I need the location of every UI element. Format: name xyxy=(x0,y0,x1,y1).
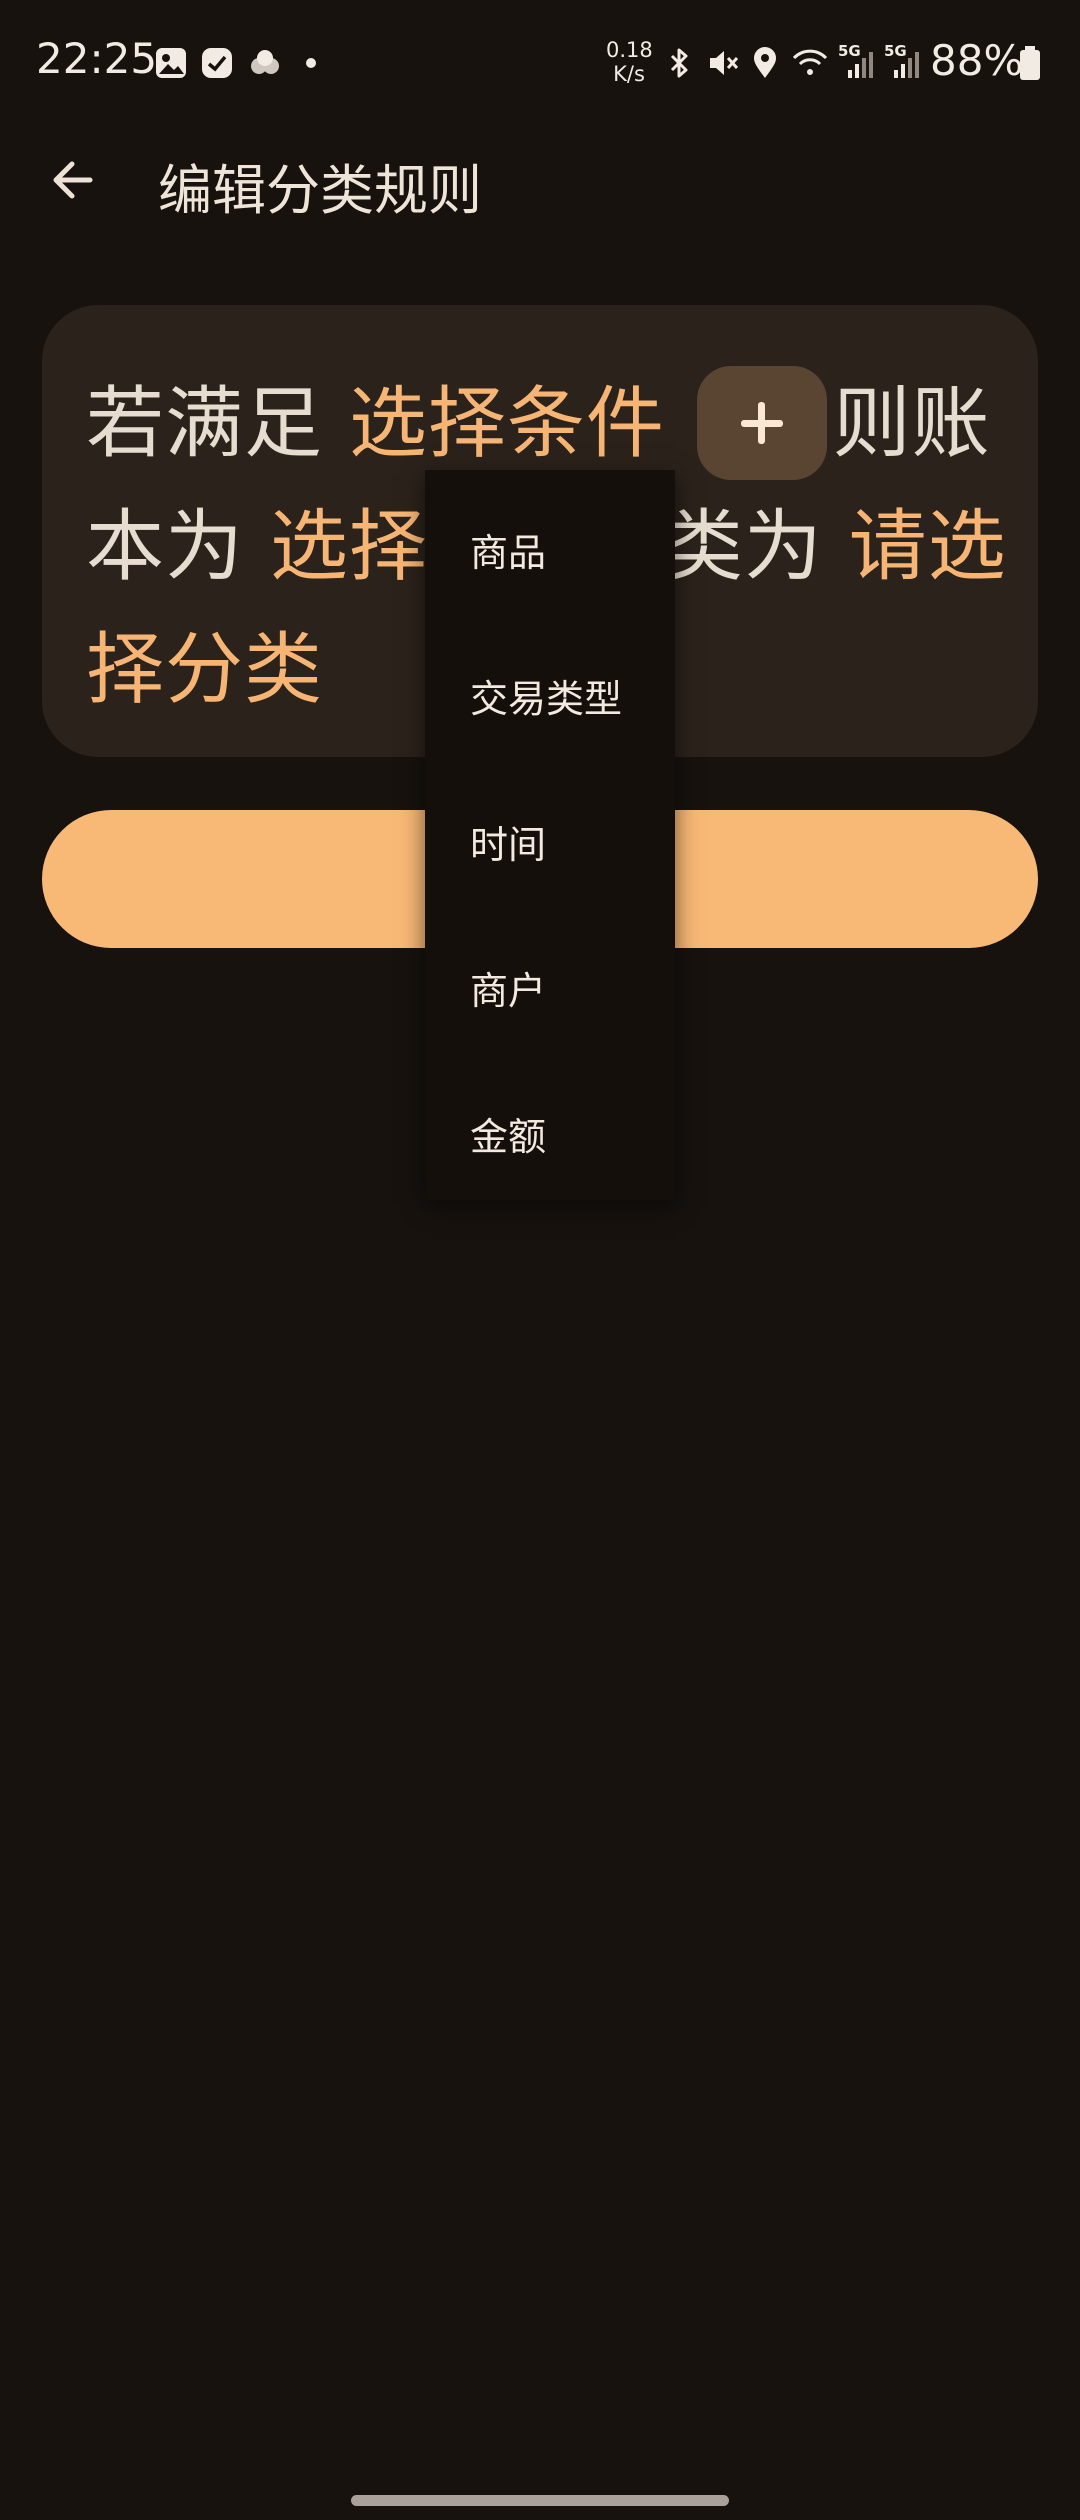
status-time: 22:25 xyxy=(36,34,158,83)
rule-then-text: 则账 xyxy=(832,379,991,469)
wifi-icon xyxy=(792,49,828,75)
arrow-left-icon[interactable] xyxy=(44,150,104,210)
bluetooth-icon xyxy=(670,48,688,78)
status-bar: 22:25 0.18 K/s 5G 5G 88% xyxy=(0,0,1080,126)
menu-item-product[interactable]: 商品 xyxy=(470,522,546,577)
rule-line2-start: 本为 xyxy=(86,502,245,592)
location-icon xyxy=(754,47,776,78)
calendar-icon xyxy=(202,48,232,78)
menu-item-transaction-type[interactable]: 交易类型 xyxy=(470,668,622,723)
network-speed: 0.18 K/s xyxy=(606,38,653,86)
mute-icon xyxy=(710,51,739,75)
add-condition-button[interactable] xyxy=(696,365,827,480)
signal-icon xyxy=(894,52,919,78)
cloud-icon xyxy=(251,50,279,74)
menu-item-merchant[interactable]: 商户 xyxy=(470,960,546,1015)
condition-selector[interactable]: 选择条件 xyxy=(349,379,665,469)
page-title: 编辑分类规则 xyxy=(158,159,482,222)
home-indicator[interactable] xyxy=(351,2495,729,2506)
dot-icon xyxy=(306,58,316,68)
condition-menu: 商品 交易类型 时间 商户 金额 xyxy=(425,470,675,1200)
menu-item-time[interactable]: 时间 xyxy=(470,814,546,869)
gallery-icon xyxy=(156,48,186,78)
signal-icon xyxy=(848,52,873,78)
rule-prefix: 若满足 xyxy=(86,379,324,469)
battery-level: 88% xyxy=(930,36,1024,85)
battery-icon xyxy=(1020,46,1040,80)
menu-item-amount[interactable]: 金额 xyxy=(470,1106,546,1161)
